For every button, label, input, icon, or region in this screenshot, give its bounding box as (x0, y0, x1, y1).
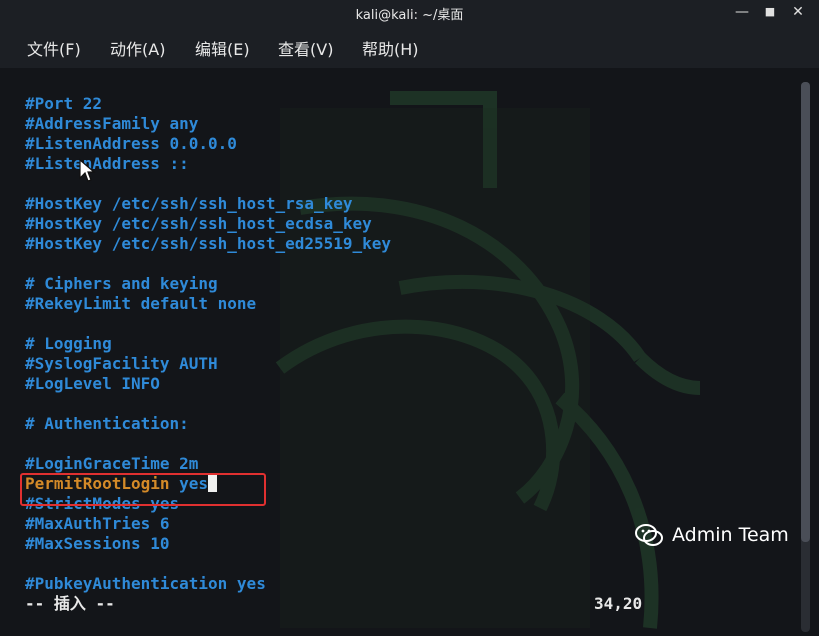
config-line: #SyslogFacility AUTH (25, 354, 218, 373)
config-line: #AddressFamily any (25, 114, 199, 133)
mouse-pointer-icon (79, 158, 96, 182)
menu-action[interactable]: 动作(A) (110, 36, 165, 60)
highlight-box (20, 473, 266, 506)
config-line: #HostKey /etc/ssh/ssh_host_ecdsa_key (25, 214, 372, 233)
menu-bar: 文件(F) 动作(A) 编辑(E) 查看(V) 帮助(H) (0, 24, 819, 68)
config-line: #HostKey /etc/ssh/ssh_host_rsa_key (25, 194, 353, 213)
terminal-window: kali@kali: ~/桌面 — ■ ✕ 文件(F) 动作(A) 编辑(E) … (0, 0, 819, 636)
config-line: #ListenAddress 0.0.0.0 (25, 134, 237, 153)
config-line: #RekeyLimit default none (25, 294, 257, 313)
config-line: #MaxSessions 10 (25, 534, 170, 553)
window-title: kali@kali: ~/桌面 (355, 8, 464, 23)
config-line: #Port 22 (25, 94, 103, 113)
menu-file[interactable]: 文件(F) (27, 36, 81, 60)
config-line: #MaxAuthTries 6 (25, 514, 170, 533)
menu-help[interactable]: 帮助(H) (362, 36, 419, 60)
editor-mode-status: -- 插入 -- (25, 594, 115, 613)
config-line: #LogLevel INFO (25, 374, 160, 393)
watermark-text: Admin Team (672, 524, 789, 546)
maximize-button[interactable]: ■ (760, 2, 780, 22)
config-line: #ListenAddress :: (25, 154, 189, 173)
menu-edit[interactable]: 编辑(E) (195, 36, 250, 60)
wechat-icon (635, 524, 663, 546)
scrollbar[interactable] (801, 82, 810, 632)
minimize-button[interactable]: — (732, 2, 752, 22)
watermark: Admin Team (632, 518, 789, 552)
menu-view[interactable]: 查看(V) (278, 36, 333, 60)
config-line: # Logging (25, 334, 112, 353)
config-line: #PubkeyAuthentication yes (25, 574, 266, 593)
config-line: #HostKey /etc/ssh/ssh_host_ed25519_key (25, 234, 392, 253)
close-button[interactable]: ✕ (788, 2, 808, 22)
cursor-position: 34,20 (594, 594, 643, 613)
config-line: # Authentication: (25, 414, 189, 433)
config-line: #LoginGraceTime 2m (25, 454, 199, 473)
config-line: # Ciphers and keying (25, 274, 218, 293)
scrollbar-thumb[interactable] (801, 82, 810, 542)
title-bar[interactable]: kali@kali: ~/桌面 — ■ ✕ (0, 0, 819, 24)
